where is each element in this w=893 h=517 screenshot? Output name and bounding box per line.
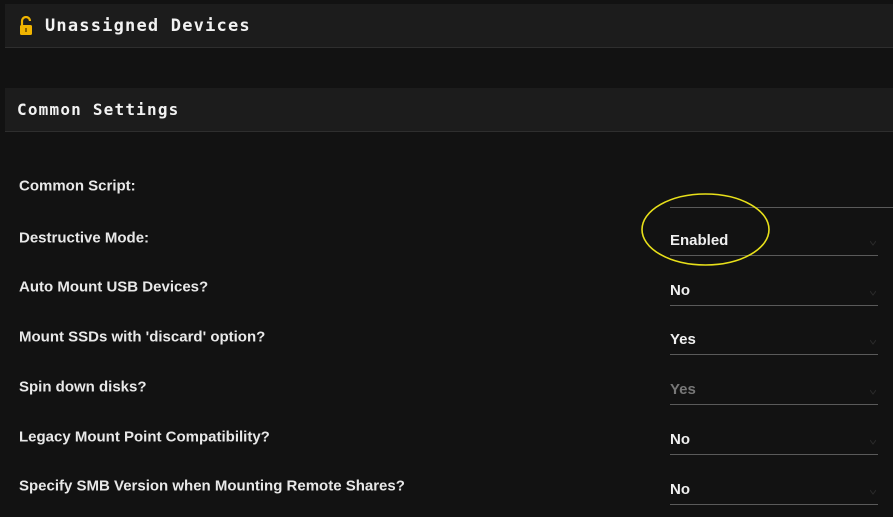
auto-mount-usb-select[interactable]: No <box>670 276 878 306</box>
chevron-down-icon <box>870 290 876 296</box>
section-header: Common Settings <box>5 88 893 132</box>
chevron-down-icon <box>870 489 876 495</box>
setting-value: Enabled <box>670 232 729 249</box>
setting-label: Specify SMB Version when Mounting Remote… <box>19 477 405 495</box>
page-header: Unassigned Devices <box>5 4 893 48</box>
setting-row-spin-down: Spin down disks? Yes <box>0 367 893 407</box>
destructive-mode-select[interactable]: Enabled <box>670 226 878 256</box>
setting-label: Spin down disks? <box>19 378 147 396</box>
settings-page: Unassigned Devices Common Settings Commo… <box>0 0 893 517</box>
section-title: Common Settings <box>17 100 180 119</box>
lock-open-icon <box>19 15 33 36</box>
setting-label: Common Script: <box>19 177 136 195</box>
spin-down-select[interactable]: Yes <box>670 375 878 405</box>
chevron-down-icon <box>870 240 876 246</box>
chevron-down-icon <box>870 389 876 395</box>
setting-row-common-script: Common Script: <box>0 166 893 208</box>
ssd-discard-select[interactable]: Yes <box>670 325 878 355</box>
setting-value: Yes <box>670 381 696 398</box>
setting-value: Yes <box>670 331 696 348</box>
setting-row-ssd-discard: Mount SSDs with 'discard' option? Yes <box>0 317 893 357</box>
setting-value: No <box>670 431 690 448</box>
setting-value: No <box>670 481 690 498</box>
chevron-down-icon <box>870 439 876 445</box>
setting-label: Destructive Mode: <box>19 229 150 247</box>
setting-row-auto-mount-usb: Auto Mount USB Devices? No <box>0 267 893 307</box>
setting-label: Legacy Mount Point Compatibility? <box>19 428 270 446</box>
setting-row-destructive-mode: Destructive Mode: Enabled <box>0 218 893 258</box>
chevron-down-icon <box>870 339 876 345</box>
setting-label: Auto Mount USB Devices? <box>19 278 209 296</box>
setting-value: No <box>670 282 690 299</box>
setting-row-legacy-mount: Legacy Mount Point Compatibility? No <box>0 417 893 457</box>
setting-row-smb-version: Specify SMB Version when Mounting Remote… <box>0 466 893 506</box>
setting-label: Mount SSDs with 'discard' option? <box>19 328 266 346</box>
smb-version-select[interactable]: No <box>670 475 878 505</box>
legacy-mount-select[interactable]: No <box>670 425 878 455</box>
common-script-input[interactable] <box>670 178 893 208</box>
page-title: Unassigned Devices <box>45 15 251 36</box>
